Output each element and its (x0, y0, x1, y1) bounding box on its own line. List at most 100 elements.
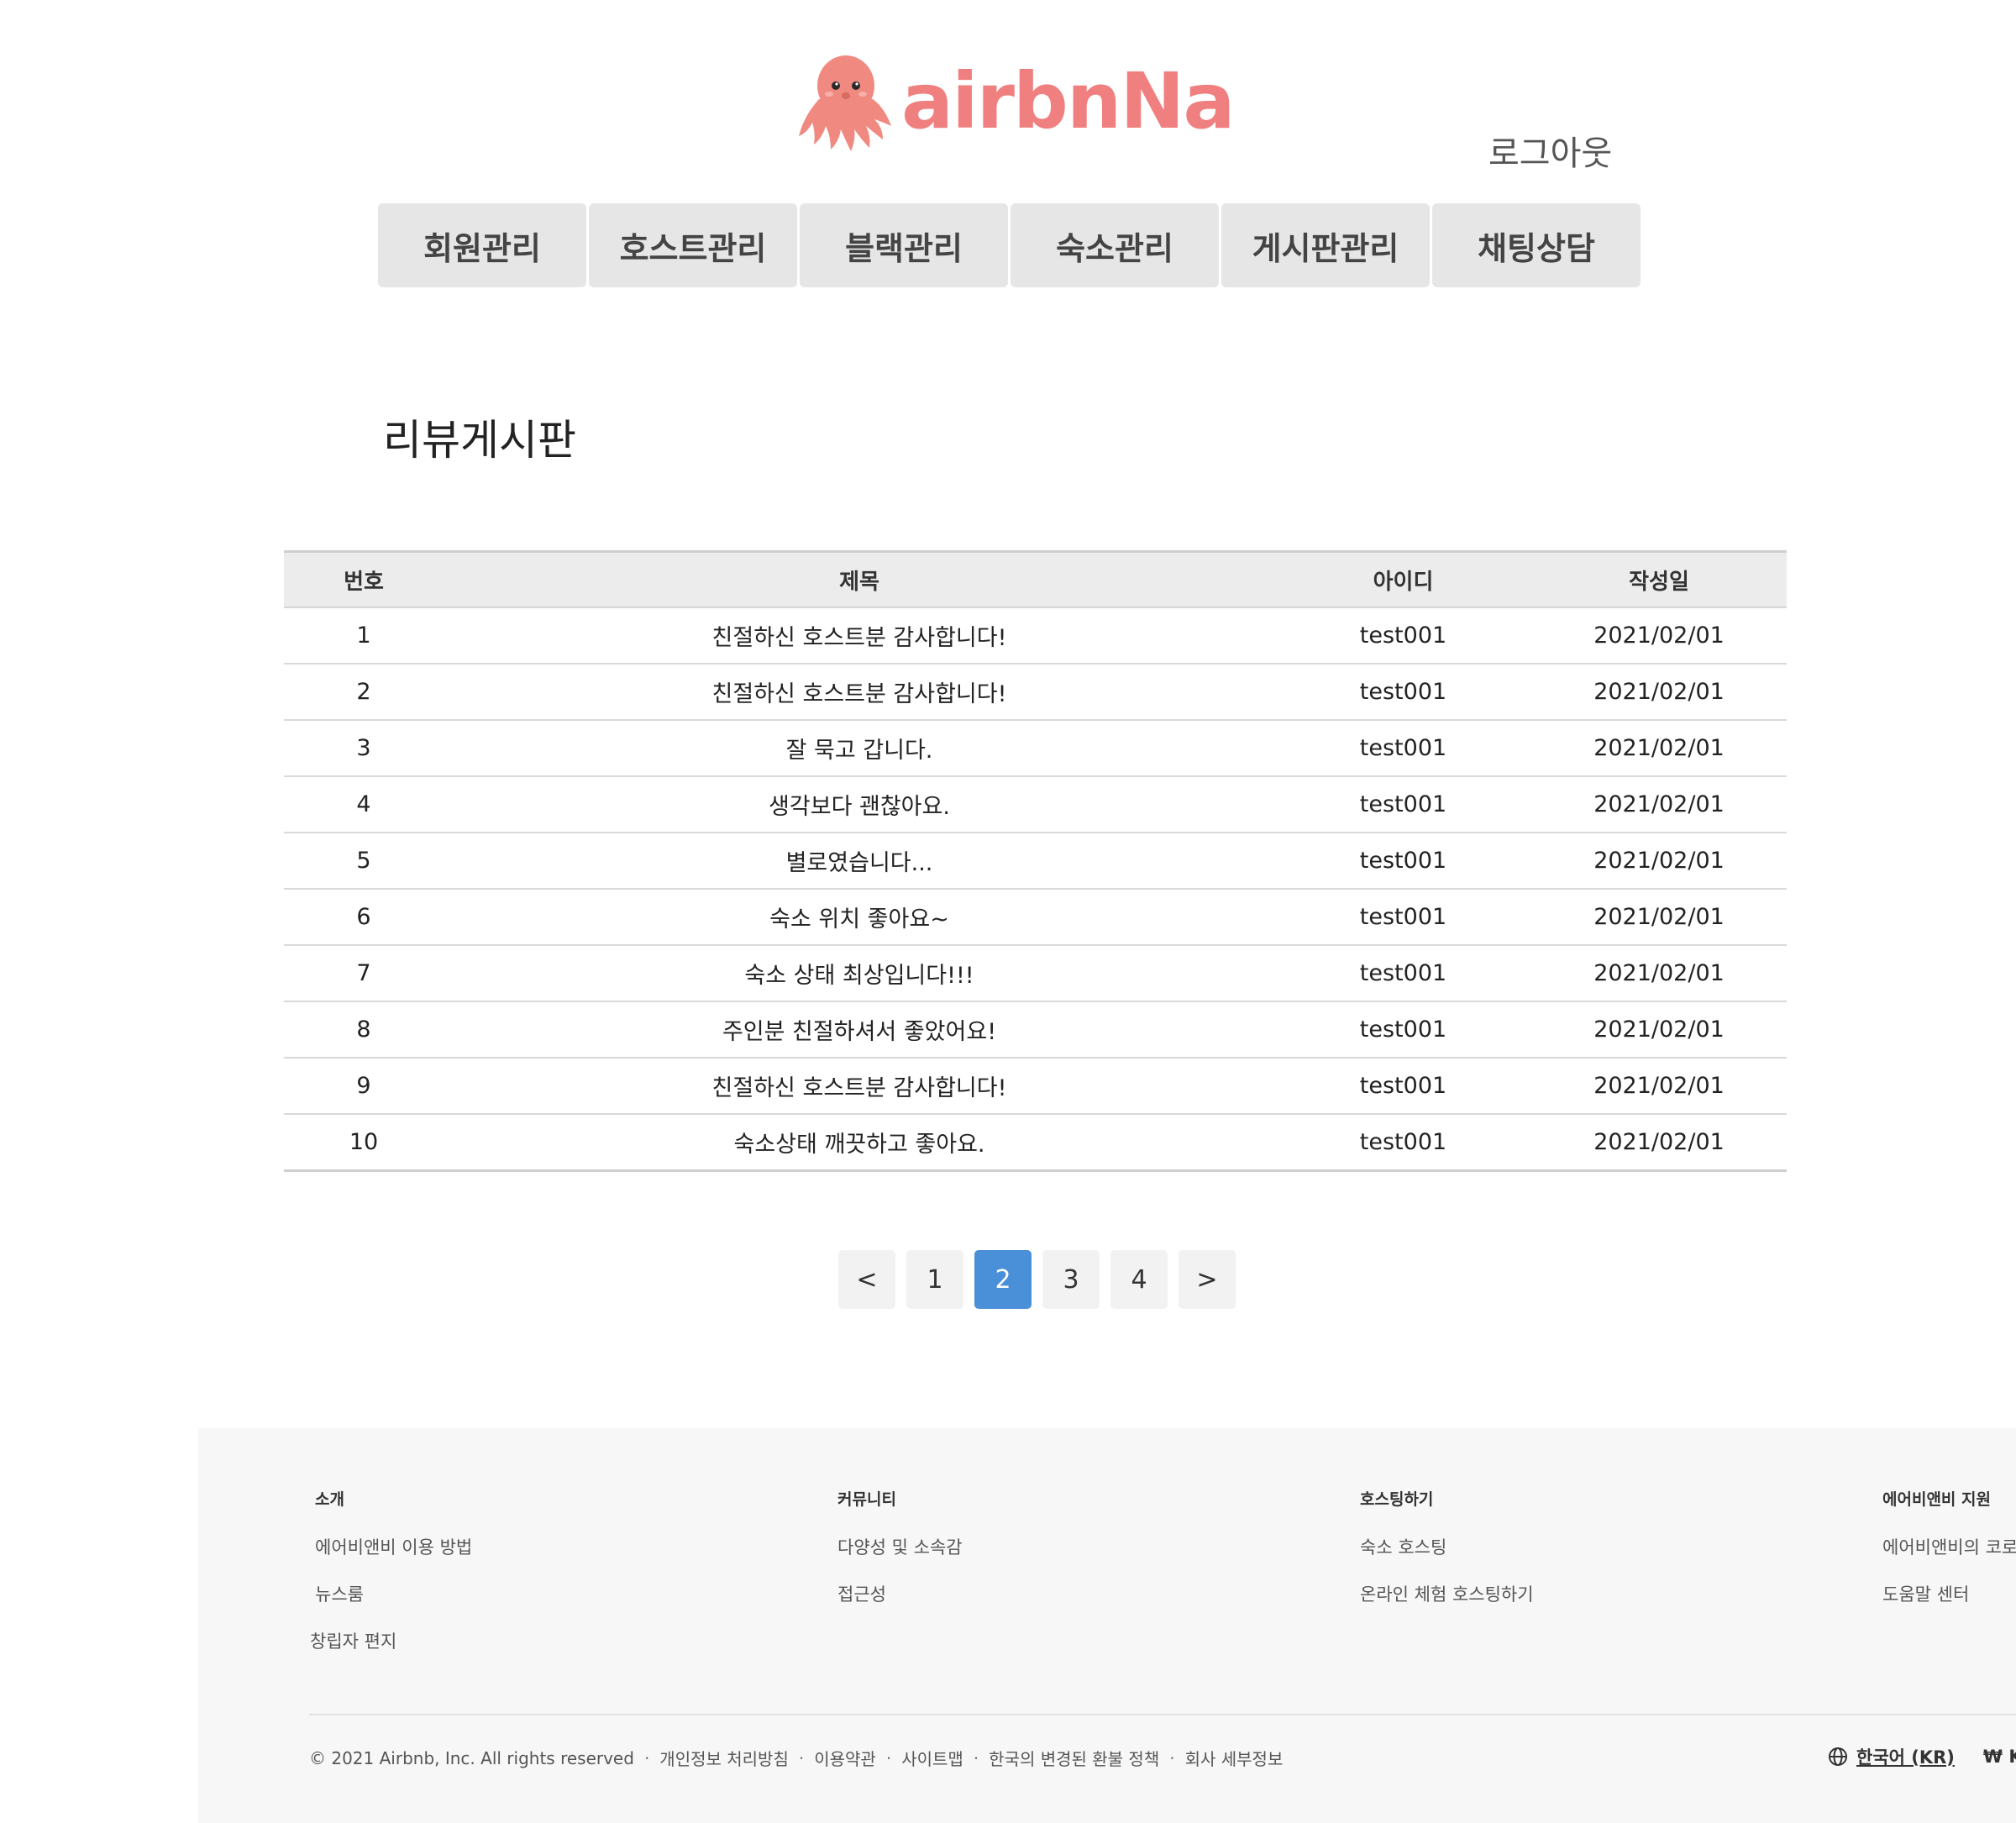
cell-id: test001 (1275, 664, 1531, 721)
table-row[interactable]: 6 숙소 위치 좋아요~ test001 2021/02/01 (284, 889, 1787, 946)
table-header-row: 번호 제목 아이디 작성일 (284, 551, 1787, 608)
table-row[interactable]: 5 별로였습니다... test001 2021/02/01 (284, 833, 1787, 890)
footer-legal-bar: © 2021 Airbnb, Inc. All rights reserved … (309, 1746, 1283, 1770)
privacy-policy-link[interactable]: 개인정보 처리방침 (659, 1746, 789, 1770)
separator: · (1169, 1747, 1175, 1768)
next-page-button[interactable]: > (1179, 1250, 1236, 1309)
separator: · (885, 1747, 892, 1768)
nav-item-hosts[interactable]: 호스트관리 (589, 203, 797, 287)
cell-number: 8 (284, 1001, 444, 1059)
separator: · (643, 1747, 650, 1768)
cell-title[interactable]: 친절하신 호스트분 감사합니다! (444, 1058, 1275, 1115)
footer-link[interactable]: 온라인 체험 호스팅하기 (1360, 1581, 1534, 1606)
review-table: 번호 제목 아이디 작성일 1 친절하신 호스트분 감사합니다! test001… (284, 550, 1787, 1172)
table-row[interactable]: 9 친절하신 호스트분 감사합니다! test001 2021/02/01 (284, 1058, 1787, 1115)
footer-heading: 호스팅하기 (1360, 1490, 1434, 1509)
cell-number: 3 (284, 720, 444, 777)
cell-date: 2021/02/01 (1531, 664, 1787, 721)
cell-id: test001 (1275, 1058, 1531, 1115)
cell-number: 7 (284, 945, 444, 1002)
footer-link[interactable]: 도움말 센터 (1882, 1581, 2016, 1606)
cell-number: 10 (349, 1129, 379, 1155)
cell-date: 2021/02/01 (1531, 776, 1787, 833)
footer-heading: 커뮤니티 (837, 1490, 896, 1509)
sitemap-link[interactable]: 사이트맵 (901, 1746, 963, 1770)
pagination: < 1 2 3 4 > (838, 1250, 1236, 1309)
cell-date: 2021/02/01 (1531, 607, 1787, 665)
language-selector[interactable]: 한국어 (KR) (1856, 1744, 1955, 1769)
company-details-link[interactable]: 회사 세부정보 (1185, 1746, 1284, 1770)
cell-number: 2 (284, 664, 444, 721)
footer-column-hosting: 호스팅하기 숙소 호스팅 온라인 체험 호스팅하기 (1360, 1487, 1534, 1628)
prev-page-button[interactable]: < (838, 1250, 895, 1309)
footer-link[interactable]: 뉴스룸 (315, 1581, 472, 1606)
column-header-number: 번호 (284, 551, 444, 608)
footer-column-support: 에어비앤비 지원 에어비앤비의 코로 도움말 센터 (1882, 1487, 2016, 1628)
nav-item-blacklist[interactable]: 블랙관리 (800, 203, 1008, 287)
globe-icon (1829, 1747, 1847, 1766)
cell-title[interactable]: 숙소상태 깨끗하고 좋아요. (444, 1114, 1275, 1171)
table-row[interactable]: 3 잘 묵고 갑니다. test001 2021/02/01 (284, 720, 1787, 777)
footer-link[interactable]: 접근성 (837, 1581, 963, 1606)
cell-date: 2021/02/01 (1531, 1001, 1787, 1059)
cell-id: test001 (1359, 1129, 1447, 1155)
cell-id: test001 (1275, 945, 1531, 1002)
cell-id: test001 (1275, 776, 1531, 833)
page-button-2-current[interactable]: 2 (974, 1250, 1032, 1309)
footer-link[interactable]: 다양성 및 소속감 (837, 1534, 963, 1559)
cell-number: 5 (284, 833, 444, 890)
cell-id: test001 (1275, 1001, 1531, 1059)
cell-date: 2021/02/01 (1593, 1129, 1725, 1155)
footer-column-community: 커뮤니티 다양성 및 소속감 접근성 (837, 1487, 963, 1628)
cell-number: 9 (284, 1058, 444, 1115)
cell-date: 2021/02/01 (1531, 945, 1787, 1002)
table-row[interactable]: 1 친절하신 호스트분 감사합니다! test001 2021/02/01 (284, 607, 1787, 665)
table-row[interactable]: 4 생각보다 괜찮아요. test001 2021/02/01 (284, 776, 1787, 833)
cell-number: 1 (284, 607, 444, 665)
footer-heading: 소개 (315, 1490, 344, 1509)
refund-policy-link[interactable]: 한국의 변경된 환불 정책 (989, 1746, 1159, 1770)
table-row[interactable]: 10 숙소상태 깨끗하고 좋아요. test001 2021/02/01 (284, 1114, 1787, 1171)
footer-link[interactable]: 에어비앤비의 코로 (1882, 1534, 2016, 1559)
footer-heading: 에어비앤비 지원 (1882, 1490, 1991, 1509)
currency-selector[interactable]: ₩ K (1983, 1747, 2016, 1767)
cell-title[interactable]: 친절하신 호스트분 감사합니다! (444, 664, 1275, 721)
cell-title[interactable]: 숙소 위치 좋아요~ (444, 889, 1275, 946)
cell-date: 2021/02/01 (1531, 720, 1787, 777)
cell-title[interactable]: 주인분 친절하셔서 좋았어요! (444, 1001, 1275, 1059)
page-button-3[interactable]: 3 (1042, 1250, 1100, 1309)
footer-link[interactable]: 창립자 편지 (310, 1628, 472, 1653)
column-header-date: 작성일 (1531, 551, 1787, 608)
logout-link[interactable]: 로그아웃 (1488, 126, 1612, 175)
table-row[interactable]: 8 주인분 친절하셔서 좋았어요! test001 2021/02/01 (284, 1001, 1787, 1059)
main-nav: 회원관리 호스트관리 블랙관리 숙소관리 게시판관리 채팅상담 (378, 203, 1641, 287)
separator: · (798, 1747, 805, 1768)
cell-date: 2021/02/01 (1531, 1058, 1787, 1115)
terms-link[interactable]: 이용약관 (814, 1746, 876, 1770)
footer-link[interactable]: 숙소 호스팅 (1360, 1534, 1534, 1559)
cell-title[interactable]: 잘 묵고 갑니다. (444, 720, 1275, 777)
nav-item-lodging[interactable]: 숙소관리 (1011, 203, 1219, 287)
cell-title[interactable]: 숙소 상태 최상입니다!!! (444, 945, 1275, 1002)
nav-item-members[interactable]: 회원관리 (378, 203, 586, 287)
logo[interactable]: airbnNa (795, 49, 1235, 155)
cell-id: test001 (1275, 607, 1531, 665)
table-row[interactable]: 2 친절하신 호스트분 감사합니다! test001 2021/02/01 (284, 664, 1787, 721)
footer-divider (309, 1714, 2016, 1715)
page-button-4[interactable]: 4 (1110, 1250, 1168, 1309)
page-button-1[interactable]: 1 (906, 1250, 963, 1309)
cell-number: 4 (284, 776, 444, 833)
cell-date: 2021/02/01 (1531, 889, 1787, 946)
copyright-text: © 2021 Airbnb, Inc. All rights reserved (309, 1747, 634, 1768)
octopus-logo-icon (799, 55, 891, 151)
footer-link[interactable]: 에어비앤비 이용 방법 (315, 1534, 472, 1559)
cell-id: test001 (1275, 720, 1531, 777)
nav-item-chat[interactable]: 채팅상담 (1432, 203, 1641, 287)
cell-id: test001 (1275, 889, 1531, 946)
cell-title[interactable]: 친절하신 호스트분 감사합니다! (444, 607, 1275, 665)
nav-item-boards[interactable]: 게시판관리 (1221, 203, 1430, 287)
cell-title[interactable]: 생각보다 괜찮아요. (444, 776, 1275, 833)
cell-title[interactable]: 별로였습니다... (444, 833, 1275, 890)
cell-number: 6 (284, 889, 444, 946)
table-row[interactable]: 7 숙소 상태 최상입니다!!! test001 2021/02/01 (284, 945, 1787, 1002)
